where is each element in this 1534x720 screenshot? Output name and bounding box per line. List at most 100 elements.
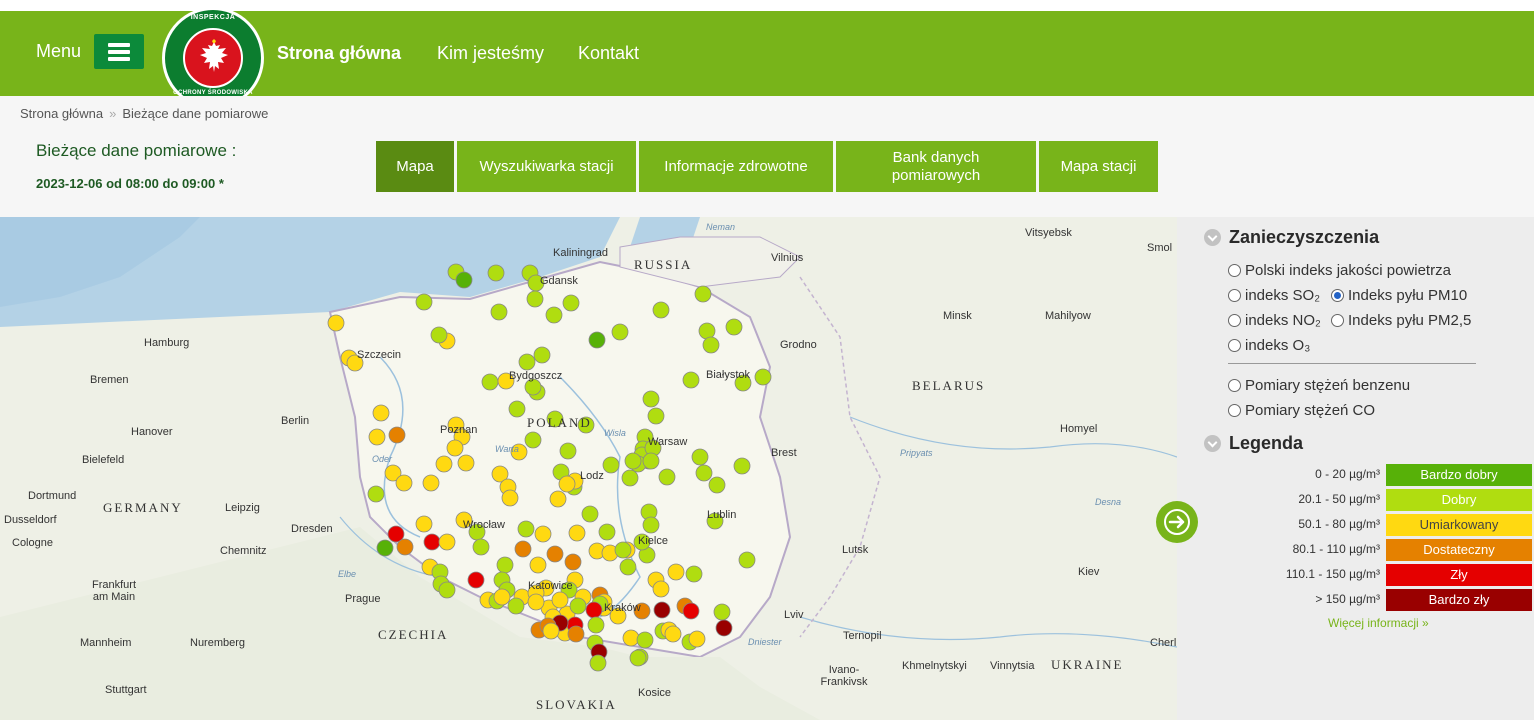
gios-logo[interactable]: INSPEKCJA OCHRONY ŚRODOWISKA bbox=[162, 7, 264, 109]
station-marker[interactable] bbox=[526, 290, 544, 308]
nav-about[interactable]: Kim jesteśmy bbox=[437, 43, 544, 64]
station-marker[interactable] bbox=[493, 588, 511, 606]
station-marker[interactable] bbox=[653, 601, 671, 619]
station-marker[interactable] bbox=[430, 326, 448, 344]
station-marker[interactable] bbox=[534, 525, 552, 543]
station-marker[interactable] bbox=[569, 597, 587, 615]
station-marker[interactable] bbox=[598, 523, 616, 541]
station-marker[interactable] bbox=[567, 625, 585, 643]
station-marker[interactable] bbox=[568, 524, 586, 542]
station-marker[interactable] bbox=[682, 371, 700, 389]
station-marker[interactable] bbox=[395, 474, 413, 492]
station-marker[interactable] bbox=[652, 580, 670, 598]
station-marker[interactable] bbox=[614, 541, 632, 559]
radio-o3[interactable]: indeks O₃ bbox=[1228, 337, 1310, 354]
station-marker[interactable] bbox=[327, 314, 345, 332]
station-marker[interactable] bbox=[501, 489, 519, 507]
station-marker[interactable] bbox=[533, 346, 551, 364]
station-marker[interactable] bbox=[518, 353, 536, 371]
more-info-link[interactable]: Więcej informacji » bbox=[1328, 616, 1429, 630]
station-marker[interactable] bbox=[715, 619, 733, 637]
station-marker[interactable] bbox=[642, 516, 660, 534]
station-marker[interactable] bbox=[619, 558, 637, 576]
station-marker[interactable] bbox=[581, 505, 599, 523]
toggle-panel-button[interactable] bbox=[1156, 501, 1198, 543]
station-marker[interactable] bbox=[438, 581, 456, 599]
station-marker[interactable] bbox=[647, 407, 665, 425]
station-marker[interactable] bbox=[467, 571, 485, 589]
radio-benzene[interactable]: Pomiary stężeń benzenu bbox=[1228, 377, 1410, 394]
station-marker[interactable] bbox=[496, 556, 514, 574]
station-marker[interactable] bbox=[508, 400, 526, 418]
station-marker[interactable] bbox=[446, 439, 464, 457]
station-marker[interactable] bbox=[667, 563, 685, 581]
station-marker[interactable] bbox=[688, 630, 706, 648]
station-marker[interactable] bbox=[624, 452, 642, 470]
station-marker[interactable] bbox=[585, 601, 603, 619]
hamburger-menu-button[interactable] bbox=[94, 34, 144, 69]
menu-label[interactable]: Menu bbox=[36, 41, 81, 62]
air-quality-map[interactable]: Kaliningrad Gdansk RUSSIA Vilnius Hambur… bbox=[0, 217, 1177, 720]
pollutants-header[interactable]: Zanieczyszczenia bbox=[1204, 227, 1379, 248]
station-marker[interactable] bbox=[527, 593, 545, 611]
station-marker[interactable] bbox=[551, 591, 569, 609]
station-marker[interactable] bbox=[455, 271, 473, 289]
radio-co[interactable]: Pomiary stężeń CO bbox=[1228, 402, 1375, 419]
station-marker[interactable] bbox=[611, 323, 629, 341]
station-marker[interactable] bbox=[564, 553, 582, 571]
radio-no2[interactable]: indeks NO₂ bbox=[1228, 312, 1321, 329]
station-marker[interactable] bbox=[514, 540, 532, 558]
station-marker[interactable] bbox=[542, 622, 560, 640]
station-marker[interactable] bbox=[708, 476, 726, 494]
station-marker[interactable] bbox=[658, 468, 676, 486]
station-marker[interactable] bbox=[642, 390, 660, 408]
station-marker[interactable] bbox=[622, 629, 640, 647]
station-marker[interactable] bbox=[472, 538, 490, 556]
station-marker[interactable] bbox=[642, 452, 660, 470]
station-marker[interactable] bbox=[695, 464, 713, 482]
station-marker[interactable] bbox=[738, 551, 756, 569]
radio-pm10[interactable]: Indeks pyłu PM10 bbox=[1331, 287, 1467, 304]
tab-map[interactable]: Mapa bbox=[376, 141, 454, 192]
station-marker[interactable] bbox=[415, 293, 433, 311]
station-marker[interactable] bbox=[367, 485, 385, 503]
station-marker[interactable] bbox=[546, 545, 564, 563]
map-canvas[interactable] bbox=[0, 217, 1177, 720]
nav-contact[interactable]: Kontakt bbox=[578, 43, 639, 64]
station-marker[interactable] bbox=[549, 490, 567, 508]
station-marker[interactable] bbox=[587, 616, 605, 634]
radio-so2[interactable]: indeks SO₂ bbox=[1228, 287, 1320, 304]
station-marker[interactable] bbox=[376, 539, 394, 557]
station-marker[interactable] bbox=[725, 318, 743, 336]
station-marker[interactable] bbox=[636, 631, 654, 649]
station-marker[interactable] bbox=[507, 597, 525, 615]
station-marker[interactable] bbox=[558, 475, 576, 493]
tab-health-info[interactable]: Informacje zdrowotne bbox=[639, 141, 833, 192]
station-marker[interactable] bbox=[685, 565, 703, 583]
station-marker[interactable] bbox=[694, 285, 712, 303]
station-marker[interactable] bbox=[621, 469, 639, 487]
station-marker[interactable] bbox=[396, 538, 414, 556]
station-marker[interactable] bbox=[733, 457, 751, 475]
station-marker[interactable] bbox=[487, 264, 505, 282]
station-marker[interactable] bbox=[691, 448, 709, 466]
station-marker[interactable] bbox=[517, 520, 535, 538]
station-marker[interactable] bbox=[457, 454, 475, 472]
station-marker[interactable] bbox=[713, 603, 731, 621]
station-marker[interactable] bbox=[529, 556, 547, 574]
station-marker[interactable] bbox=[559, 442, 577, 460]
station-marker[interactable] bbox=[415, 515, 433, 533]
station-marker[interactable] bbox=[438, 533, 456, 551]
radio-pm25[interactable]: Indeks pyłu PM2,5 bbox=[1331, 312, 1471, 329]
station-marker[interactable] bbox=[545, 306, 563, 324]
station-marker[interactable] bbox=[754, 368, 772, 386]
radio-polish-aqi[interactable]: Polski indeks jakości powietrza bbox=[1228, 262, 1451, 279]
station-marker[interactable] bbox=[698, 322, 716, 340]
station-marker[interactable] bbox=[682, 602, 700, 620]
station-marker[interactable] bbox=[388, 426, 406, 444]
tab-data-bank[interactable]: Bank danych pomiarowych bbox=[836, 141, 1036, 192]
station-marker[interactable] bbox=[435, 455, 453, 473]
station-marker[interactable] bbox=[368, 428, 386, 446]
station-marker[interactable] bbox=[372, 404, 390, 422]
station-marker[interactable] bbox=[664, 625, 682, 643]
